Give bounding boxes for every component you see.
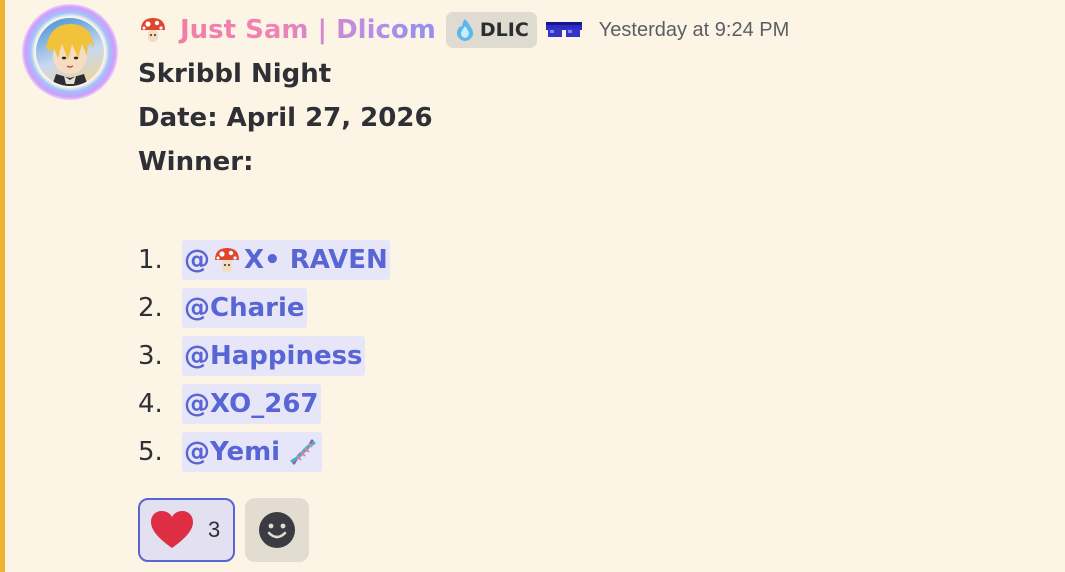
avatar[interactable] [22,4,118,100]
mention-highlight-bar [0,0,5,572]
user-mention[interactable]: @Charie [182,288,307,328]
avatar-image [36,18,104,86]
server-tag[interactable]: DLIC [445,12,537,48]
server-tag-label: DLIC [479,19,529,41]
message-header: Just Sam | Dlicom DLIC Yesterday at 9:24… [138,10,789,50]
mention-at: @ [184,245,210,275]
list-item: 5. @Yemi [138,428,433,476]
user-mention[interactable]: @Yemi [182,432,323,472]
add-reaction-icon [259,512,295,548]
add-reaction-button[interactable] [245,498,309,562]
list-item: 1. @ X• RAVEN [138,236,433,284]
winner-label: Winner: [138,147,254,177]
list-number: 3. [138,341,163,371]
chat-message: Just Sam | Dlicom DLIC Yesterday at 9:24… [0,0,1065,572]
mention-name: X• RAVEN [244,245,388,275]
red-heart-icon [151,511,193,548]
reaction-heart-button[interactable]: 3 [138,498,235,562]
user-mention[interactable]: @ X• RAVEN [182,240,390,280]
reaction-count: 3 [208,517,221,542]
message-date: Date: April 27, 2026 [138,103,433,133]
blue-flame-icon [456,19,473,41]
list-number: 1. [138,245,163,275]
author-name[interactable]: Just Sam | Dlicom [138,15,436,45]
list-number: 2. [138,293,163,323]
message-content: Skribbl Night Date: April 27, 2026 Winne… [138,52,433,476]
reactions-bar: 3 [138,498,309,562]
list-item: 3. @Happiness [138,332,433,380]
user-mention[interactable]: @XO_267 [182,384,321,424]
pixel-sunglasses-icon [545,22,582,37]
list-number: 4. [138,389,163,419]
winner-list: 1. @ X• RAVEN 2. @Charie 3. @Happiness 4… [138,236,433,476]
list-item: 2. @Charie [138,284,433,332]
author-display-name: Just Sam | Dlicom [180,15,436,45]
user-mention[interactable]: @Happiness [182,336,365,376]
mention-name: @Yemi [184,437,281,467]
message-timestamp[interactable]: Yesterday at 9:24 PM [599,19,790,42]
mushroom-icon [215,248,239,272]
list-item: 4. @XO_267 [138,380,433,428]
list-number: 5. [138,437,163,467]
dna-icon [290,439,316,465]
message-title: Skribbl Night [138,59,332,89]
mushroom-icon [141,18,165,42]
